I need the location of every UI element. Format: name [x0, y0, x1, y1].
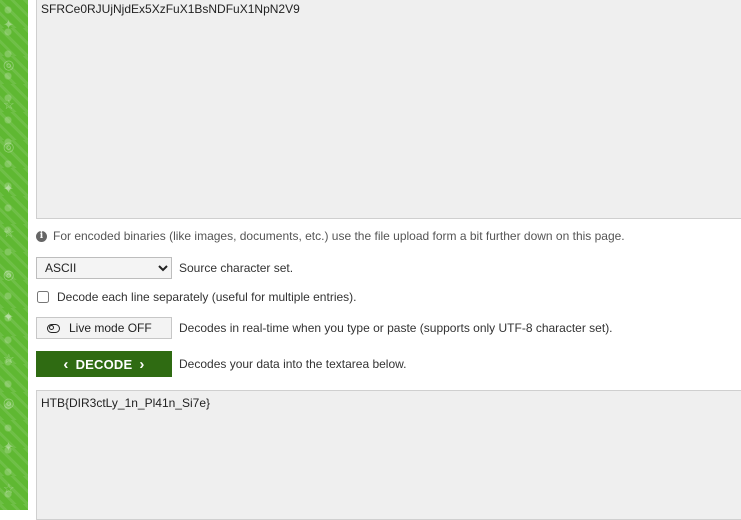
toggle-off-icon — [47, 323, 60, 333]
decode-description: Decodes your data into the textarea belo… — [179, 357, 407, 371]
source-charset-select[interactable]: ASCII — [36, 257, 172, 279]
charset-description: Source character set. — [179, 261, 294, 275]
decorative-pattern-icon: ✦ — [3, 17, 14, 32]
decorative-pattern-icon: ☆ — [3, 225, 15, 240]
decorative-pattern-icon: ◎ — [3, 395, 15, 410]
decorative-pattern-icon: ◎ — [3, 139, 15, 154]
decode-button[interactable]: ‹ DECODE › — [36, 351, 172, 377]
live-mode-label: Live mode OFF — [69, 321, 152, 335]
chevron-left-icon: ‹ — [63, 355, 69, 373]
decorative-pattern-icon: ✦ — [3, 181, 14, 196]
chevron-right-icon: › — [139, 355, 145, 373]
live-mode-row: Live mode OFF Decodes in real-time when … — [36, 317, 613, 339]
live-mode-description: Decodes in real-time when you type or pa… — [179, 321, 613, 335]
decorative-pattern-icon: ☆ — [3, 97, 15, 112]
decorative-pattern-icon: ☆ — [3, 481, 15, 496]
decorative-pattern-icon: ◎ — [3, 57, 15, 72]
decode-row: ‹ DECODE › Decodes your data into the te… — [36, 351, 406, 377]
charset-row: ASCII Source character set. — [36, 257, 293, 279]
decode-each-line-label[interactable]: Decode each line separately (useful for … — [57, 290, 356, 304]
info-icon: i — [36, 230, 47, 242]
upload-hint-text: For encoded binaries (like images, docum… — [53, 229, 625, 243]
decorative-side-strip: ✦ ◎ ☆ ◎ ✦ ☆ ◎ ✦ ☆ ◎ ✦ ☆ — [0, 0, 28, 510]
live-mode-toggle-button[interactable]: Live mode OFF — [36, 317, 172, 339]
decode-each-line-checkbox[interactable] — [37, 291, 49, 303]
decoded-output-textarea[interactable]: HTB{DIR3ctLy_1n_Pl41n_Si7e} — [36, 390, 741, 520]
upload-hint: i For encoded binaries (like images, doc… — [36, 228, 625, 244]
decode-button-label: DECODE — [75, 356, 133, 372]
encoded-input-textarea[interactable]: SFRCe0RJUjNjdEx5XzFuX1BsNDFuX1NpN2V9 — [36, 0, 741, 219]
decorative-pattern-icon: ✦ — [3, 439, 14, 454]
decorative-pattern-icon: ☆ — [3, 351, 15, 366]
each-line-row: Decode each line separately (useful for … — [36, 290, 356, 304]
decorative-pattern-icon: ◎ — [3, 267, 15, 282]
decorative-pattern-icon: ✦ — [3, 309, 14, 324]
